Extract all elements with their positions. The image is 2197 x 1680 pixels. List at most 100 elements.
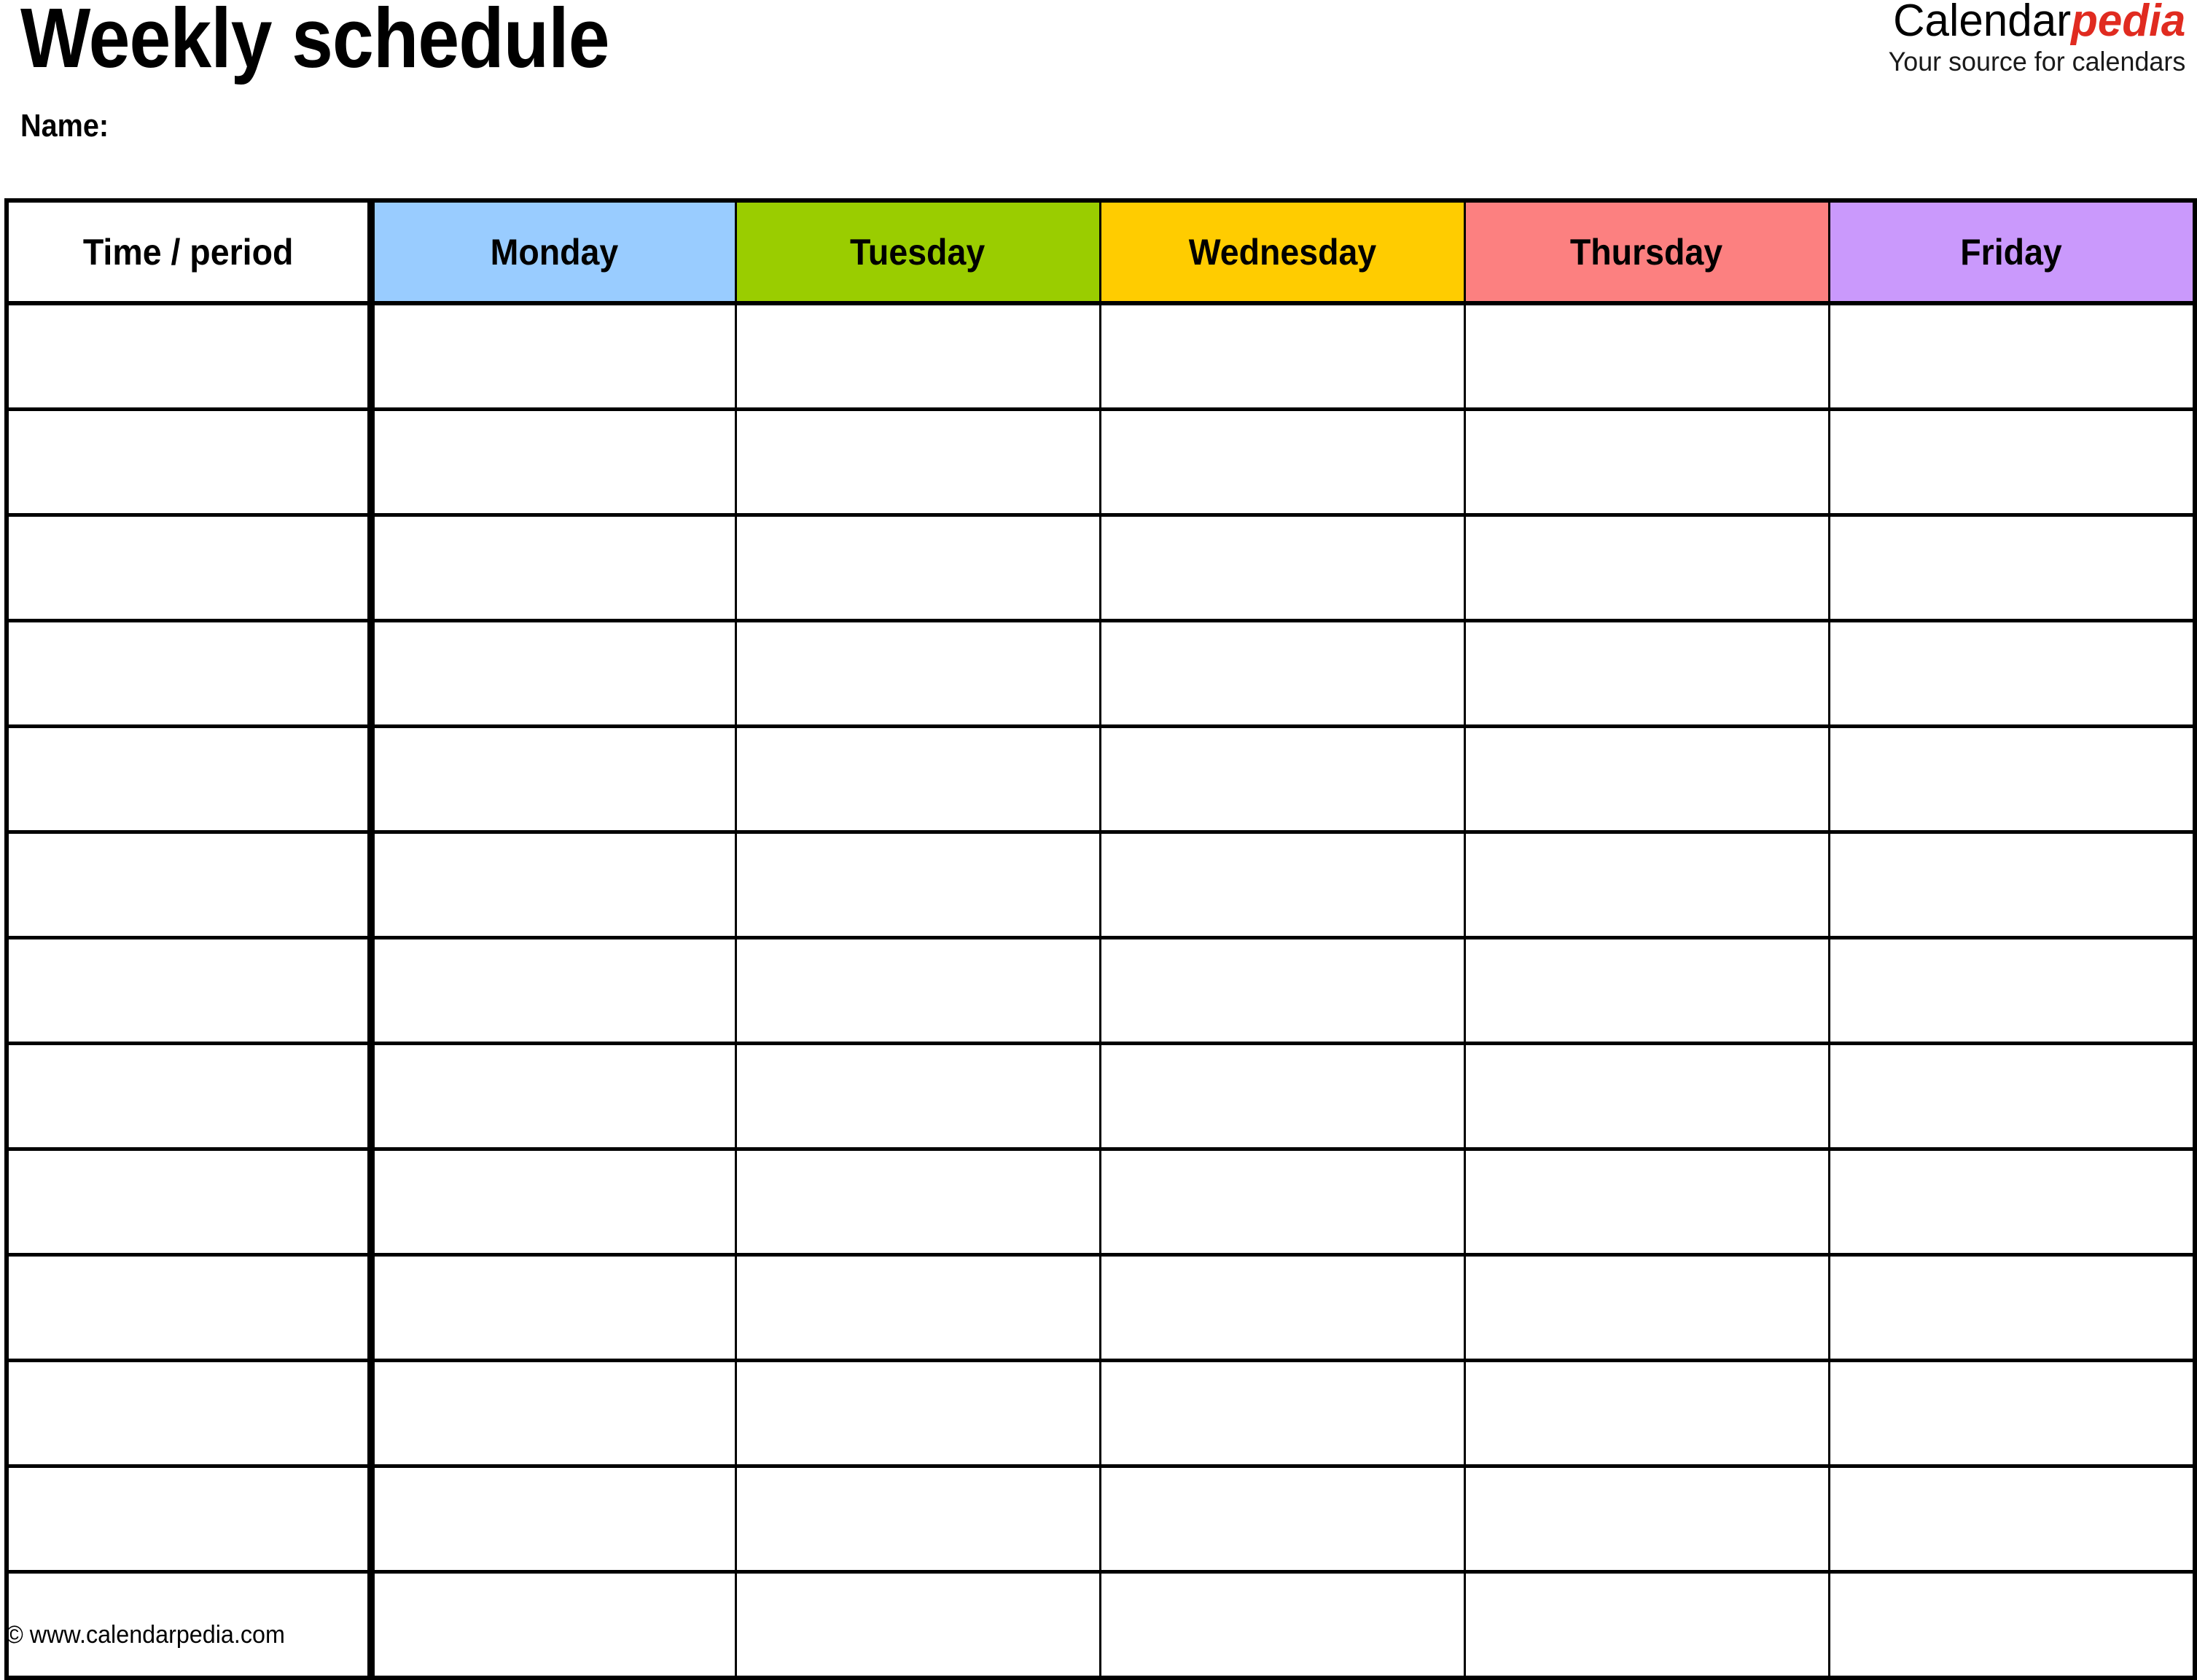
schedule-entry-cell[interactable] [1463, 301, 1830, 411]
time-period-cell[interactable] [7, 1359, 375, 1468]
schedule-entry-cell[interactable] [1098, 1464, 1466, 1574]
schedule-entry-cell[interactable] [1827, 936, 2195, 1045]
schedule-entry-cell[interactable] [734, 301, 1101, 411]
schedule-entry-cell[interactable] [370, 1147, 737, 1257]
weekly-schedule-page: Weekly schedule Name: Calendarpedia Your… [0, 0, 2197, 1680]
time-period-cell[interactable] [7, 1147, 375, 1257]
time-period-cell[interactable] [7, 513, 375, 622]
schedule-entry-cell[interactable] [1827, 1359, 2195, 1468]
schedule-entry-cell[interactable] [370, 830, 737, 939]
page-header: Weekly schedule Name: Calendarpedia Your… [0, 0, 2197, 198]
schedule-row [7, 724, 2195, 834]
schedule-entry-cell[interactable] [1098, 301, 1466, 411]
schedule-entry-cell[interactable] [370, 513, 737, 622]
schedule-entry-cell[interactable] [734, 619, 1101, 728]
schedule-entry-cell[interactable] [1098, 619, 1466, 728]
schedule-entry-cell[interactable] [1827, 1042, 2195, 1151]
schedule-row [7, 936, 2195, 1045]
schedule-row [7, 1359, 2195, 1468]
schedule-header-row: Time / period Monday Tuesday Wednesday Thurs… [7, 200, 2195, 305]
schedule-row [7, 1042, 2195, 1151]
schedule-entry-cell[interactable] [370, 1042, 737, 1151]
schedule-entry-cell[interactable] [370, 407, 737, 517]
time-period-cell[interactable] [7, 1253, 375, 1362]
schedule-entry-cell[interactable] [734, 1042, 1101, 1151]
schedule-entry-cell[interactable] [370, 1253, 737, 1362]
schedule-entry-cell[interactable] [1098, 724, 1466, 834]
schedule-entry-cell[interactable] [734, 1253, 1101, 1362]
time-period-cell[interactable] [7, 830, 375, 939]
schedule-entry-cell[interactable] [370, 1570, 737, 1678]
footer-copyright: © www.calendarpedia.com [6, 1621, 285, 1649]
brand-name: Calendarpedia [1888, 0, 2185, 44]
schedule-entry-cell[interactable] [734, 1464, 1101, 1574]
time-period-cell[interactable] [7, 619, 375, 728]
schedule-entry-cell[interactable] [1827, 830, 2195, 939]
schedule-entry-cell[interactable] [734, 1570, 1101, 1678]
schedule-entry-cell[interactable] [1827, 1147, 2195, 1257]
schedule-entry-cell[interactable] [1463, 1147, 1830, 1257]
page-title: Weekly schedule [20, 0, 610, 85]
schedule-entry-cell[interactable] [1463, 1253, 1830, 1362]
schedule-entry-cell[interactable] [734, 936, 1101, 1045]
schedule-entry-cell[interactable] [1098, 1570, 1466, 1678]
schedule-entry-cell[interactable] [370, 619, 737, 728]
schedule-entry-cell[interactable] [1463, 513, 1830, 622]
column-header-label: Wednesday [1188, 231, 1376, 273]
time-period-cell[interactable] [7, 1042, 375, 1151]
schedule-entry-cell[interactable] [1827, 301, 2195, 411]
time-period-cell[interactable] [7, 407, 375, 517]
schedule-table-container: Time / period Monday Tuesday Wednesday Thurs… [4, 198, 2197, 1680]
schedule-entry-cell[interactable] [370, 301, 737, 411]
schedule-entry-cell[interactable] [1827, 407, 2195, 517]
brand-name-primary: Calendar [1892, 0, 2071, 46]
schedule-entry-cell[interactable] [734, 513, 1101, 622]
schedule-entry-cell[interactable] [1827, 724, 2195, 834]
time-period-cell[interactable] [7, 301, 375, 411]
schedule-entry-cell[interactable] [1098, 1042, 1466, 1151]
schedule-entry-cell[interactable] [1827, 619, 2195, 728]
column-header-thursday: Thursday [1463, 200, 1830, 305]
schedule-entry-cell[interactable] [1463, 936, 1830, 1045]
schedule-entry-cell[interactable] [1463, 1042, 1830, 1151]
schedule-entry-cell[interactable] [1098, 936, 1466, 1045]
schedule-entry-cell[interactable] [1463, 407, 1830, 517]
time-period-cell[interactable] [7, 936, 375, 1045]
schedule-entry-cell[interactable] [1098, 513, 1466, 622]
schedule-entry-cell[interactable] [1098, 1359, 1466, 1468]
schedule-entry-cell[interactable] [734, 1359, 1101, 1468]
schedule-row [7, 830, 2195, 939]
schedule-entry-cell[interactable] [370, 1464, 737, 1574]
schedule-entry-cell[interactable] [1463, 1464, 1830, 1574]
column-header-label: Monday [490, 231, 619, 273]
schedule-entry-cell[interactable] [734, 830, 1101, 939]
schedule-entry-cell[interactable] [370, 936, 737, 1045]
schedule-entry-cell[interactable] [370, 724, 737, 834]
column-header-tuesday: Tuesday [734, 200, 1101, 305]
schedule-entry-cell[interactable] [1827, 513, 2195, 622]
schedule-table-head: Time / period Monday Tuesday Wednesday Thurs… [7, 200, 2195, 305]
schedule-entry-cell[interactable] [370, 1359, 737, 1468]
schedule-entry-cell[interactable] [1463, 724, 1830, 834]
schedule-entry-cell[interactable] [734, 724, 1101, 834]
schedule-entry-cell[interactable] [734, 407, 1101, 517]
schedule-entry-cell[interactable] [1827, 1464, 2195, 1574]
schedule-entry-cell[interactable] [1463, 830, 1830, 939]
schedule-entry-cell[interactable] [1098, 1147, 1466, 1257]
time-period-cell[interactable] [7, 724, 375, 834]
schedule-entry-cell[interactable] [1827, 1570, 2195, 1678]
schedule-entry-cell[interactable] [1098, 830, 1466, 939]
schedule-entry-cell[interactable] [1098, 1253, 1466, 1362]
schedule-table-body [7, 301, 2195, 1678]
schedule-row [7, 513, 2195, 622]
schedule-entry-cell[interactable] [1098, 407, 1466, 517]
schedule-entry-cell[interactable] [1827, 1253, 2195, 1362]
time-period-cell[interactable] [7, 1464, 375, 1574]
column-header-label: Friday [1960, 231, 2063, 273]
schedule-entry-cell[interactable] [1463, 1570, 1830, 1678]
schedule-entry-cell[interactable] [1463, 619, 1830, 728]
schedule-entry-cell[interactable] [1463, 1359, 1830, 1468]
schedule-entry-cell[interactable] [734, 1147, 1101, 1257]
weekly-schedule-table: Time / period Monday Tuesday Wednesday Thurs… [4, 198, 2197, 1680]
schedule-row [7, 1570, 2195, 1678]
